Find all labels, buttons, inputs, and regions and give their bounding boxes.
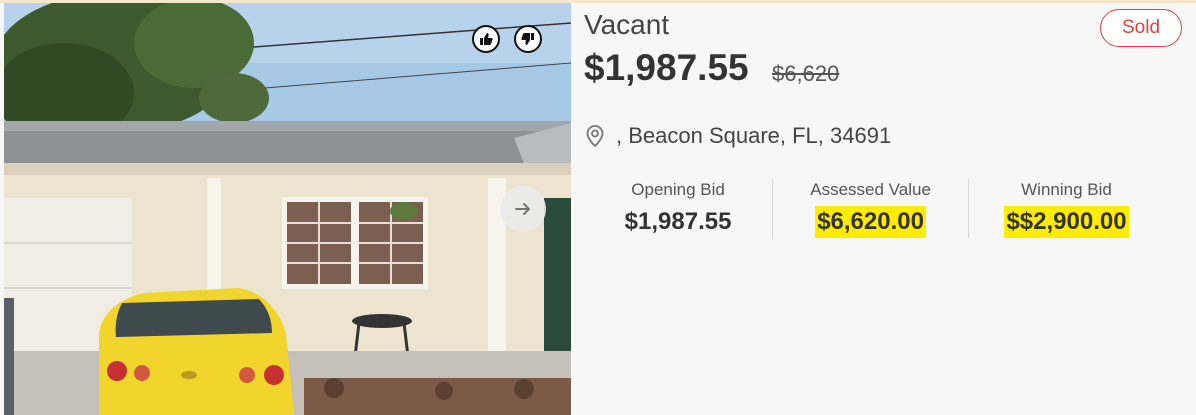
stat-label: Winning Bid — [1021, 180, 1112, 199]
house-image — [4, 3, 571, 415]
thumbs-up-button[interactable] — [472, 25, 500, 53]
stat-winning-bid: Winning Bid $$2,900.00 — [969, 173, 1164, 243]
original-price: $6,620 — [772, 61, 840, 86]
listing-info: Vacant $1,987.55 $6,620 Sold , Beacon Sq… — [584, 3, 1196, 415]
thumbs-down-icon — [521, 33, 534, 45]
stat-label: Assessed Value — [810, 180, 931, 199]
property-card[interactable]: Vacant $1,987.55 $6,620 Sold , Beacon Sq… — [0, 0, 1196, 415]
address: , Beacon Square, FL, 34691 — [584, 123, 891, 149]
location-pin-icon — [586, 125, 604, 148]
address-text: , Beacon Square, FL, 34691 — [616, 123, 892, 148]
stat-opening-bid: Opening Bid $1,987.55 — [584, 173, 772, 243]
bid-stats: Opening Bid $1,987.55 Assessed Value $6,… — [584, 173, 1164, 243]
listing-price: $1,987.55 — [584, 47, 749, 88]
property-photo[interactable] — [4, 3, 571, 415]
arrow-right-icon — [515, 203, 530, 215]
status-badge: Sold — [1100, 9, 1182, 47]
stat-assessed-value: Assessed Value $6,620.00 — [773, 173, 968, 243]
stat-label: Opening Bid — [631, 180, 725, 199]
thumbs-down-button[interactable] — [514, 25, 542, 53]
thumbs-up-icon — [480, 33, 493, 45]
stat-value: $$2,900.00 — [1004, 206, 1129, 238]
listing-title[interactable]: Vacant — [584, 9, 669, 41]
stat-value: $1,987.55 — [624, 208, 732, 235]
next-photo-button[interactable] — [500, 186, 546, 232]
stat-value: $6,620.00 — [815, 206, 926, 238]
